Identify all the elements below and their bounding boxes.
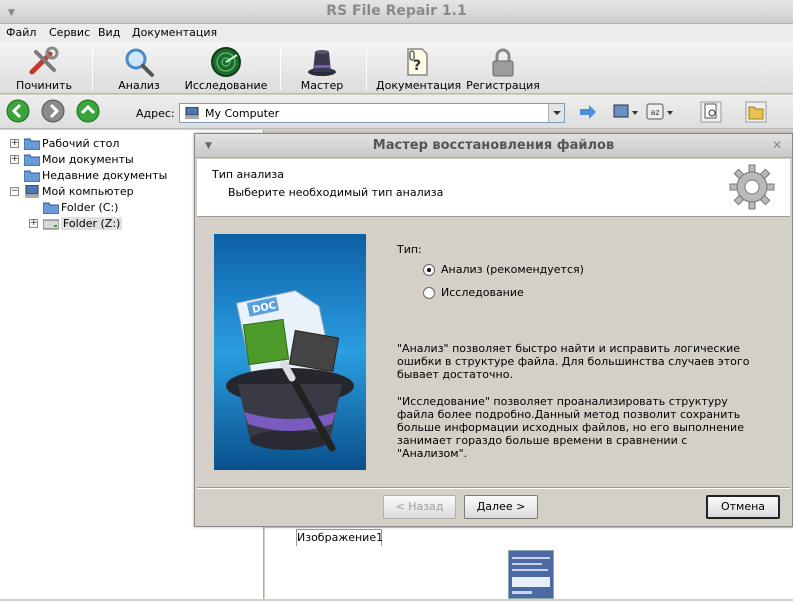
tree-item-label: Мои документы (42, 153, 134, 166)
tree-item-label: Folder (Z:) (61, 217, 123, 230)
folder-icon (43, 202, 59, 214)
menu-service[interactable]: Сервис (49, 26, 90, 39)
window-titlebar: ▼ RS File Repair 1.1 (0, 0, 793, 24)
collapse-toggle[interactable]: − (10, 187, 19, 196)
up-arrow-icon[interactable] (76, 99, 100, 123)
dialog-titlebar: ▼ Мастер восстановления файлов ✕ (195, 134, 792, 158)
magnifier-icon (125, 48, 154, 77)
magic-hat-icon (308, 50, 336, 76)
tree-item-label: Мой компьютер (42, 185, 134, 198)
research-button[interactable]: Исследование (183, 44, 269, 92)
research-label: Исследование (184, 79, 268, 92)
computer-icon (25, 185, 39, 198)
expand-toggle[interactable]: + (29, 219, 38, 228)
tools-icon (29, 46, 59, 75)
radio-button[interactable] (423, 287, 435, 299)
menu-documentation[interactable]: Документация (132, 26, 217, 39)
register-label: Регистрация (466, 79, 540, 92)
svg-text:az: az (650, 108, 659, 117)
research-description: "Исследование" позволяет проанализироват… (397, 395, 744, 460)
cancel-button[interactable]: Отмена (706, 495, 780, 519)
toolbar-separator (280, 46, 281, 90)
lock-icon (492, 48, 514, 77)
forward-arrow-icon[interactable] (41, 99, 65, 123)
analysis-label: Анализ (118, 79, 160, 92)
address-dropdown-button[interactable] (548, 104, 564, 122)
register-button[interactable]: Регистрация (466, 44, 540, 92)
main-toolbar: Починить Анализ Исследование Мастер ? До… (0, 42, 793, 94)
tree-item-label: Folder (C:) (61, 201, 119, 214)
back-arrow-icon[interactable] (6, 99, 30, 123)
tab-image1[interactable]: Изображение1 (296, 529, 383, 546)
option-research-label: Исследование (441, 286, 524, 299)
tree-item-label: Рабочий стол (42, 137, 120, 150)
tree-item-label: Недавние документы (42, 169, 168, 182)
dialog-title: Мастер восстановления файлов (372, 138, 615, 153)
address-combobox[interactable]: My Computer (179, 103, 565, 123)
toolbar-separator (366, 46, 367, 90)
address-value: My Computer (205, 107, 280, 120)
address-toolbar: Адрес: My Computer az (0, 95, 793, 129)
repair-button[interactable]: Починить (4, 44, 84, 92)
window-title: RS File Repair 1.1 (326, 3, 467, 19)
chevron-down-icon (553, 111, 561, 115)
folder-icon (24, 138, 40, 150)
documentation-label: Документация (376, 79, 462, 92)
option-analysis-label: Анализ (рекомендуется) (441, 263, 584, 276)
step-title: Тип анализа (212, 168, 284, 181)
wizard-button[interactable]: Мастер (294, 44, 350, 92)
folder-panel-icon[interactable] (745, 101, 767, 123)
sort-icon[interactable]: az (645, 101, 675, 123)
folder-icon (24, 170, 40, 182)
drive-icon (43, 219, 59, 230)
menu-file[interactable]: Файл (6, 26, 36, 39)
type-label: Тип: (397, 243, 422, 256)
dialog-separator (197, 487, 790, 489)
address-label: Адрес: (136, 107, 175, 120)
file-recovery-wizard-dialog: ▼ Мастер восстановления файлов ✕ Тип ана… (194, 133, 793, 527)
step-subtitle: Выберите необходимый тип анализа (228, 186, 444, 199)
radio-button[interactable] (423, 264, 435, 276)
dialog-header: Тип анализа Выберите необходимый тип ана… (197, 159, 790, 217)
go-arrow-icon[interactable] (578, 101, 598, 123)
expand-toggle[interactable]: + (10, 139, 19, 148)
computer-icon (185, 107, 199, 119)
wizard-illustration: DOC (214, 234, 366, 470)
expand-toggle[interactable]: + (10, 155, 19, 164)
document-help-icon: ? (407, 48, 428, 76)
thumbnail-picture (509, 551, 553, 598)
back-button[interactable]: < Назад (383, 495, 456, 519)
repair-label: Починить (16, 79, 72, 92)
analysis-description: "Анализ" позволяет быстро найти и исправ… (397, 342, 750, 381)
menu-bar: Файл Сервис Вид Документация (0, 24, 793, 42)
preview-icon[interactable] (700, 101, 722, 123)
documentation-button[interactable]: ? Документация (376, 44, 462, 92)
menu-view[interactable]: Вид (98, 26, 120, 39)
analysis-button[interactable]: Анализ (110, 44, 168, 92)
close-icon[interactable]: ✕ (772, 138, 782, 152)
gear-icon (729, 164, 775, 210)
next-button[interactable]: Далее > (464, 495, 538, 519)
image-thumbnail[interactable] (508, 550, 554, 599)
svg-text:?: ? (413, 58, 421, 74)
wizard-label: Мастер (300, 79, 344, 92)
folder-icon (24, 154, 40, 166)
radar-icon (211, 47, 241, 77)
view-mode-icon[interactable] (612, 101, 640, 123)
toolbar-separator (92, 46, 93, 90)
